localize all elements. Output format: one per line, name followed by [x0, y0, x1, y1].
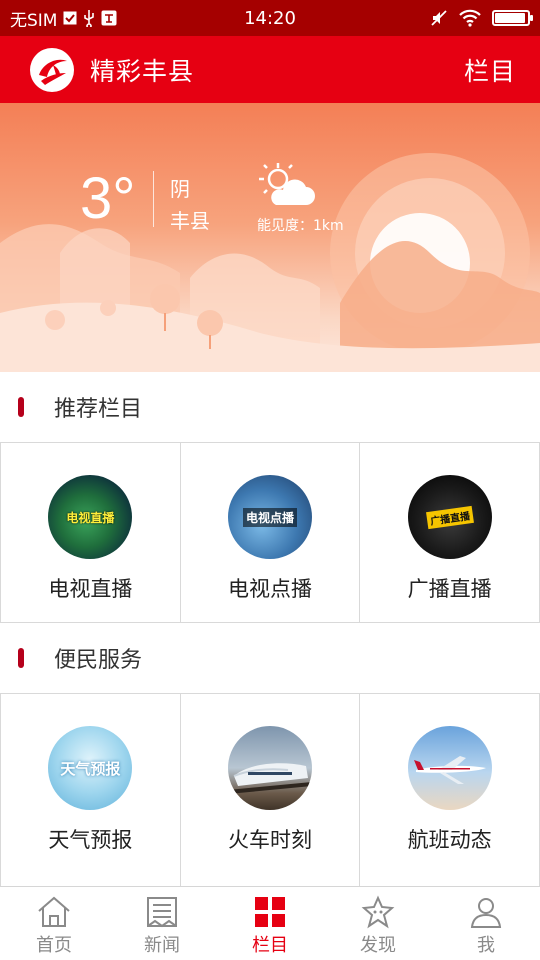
plane-illustration: [413, 756, 486, 784]
tab-label: 栏目: [252, 935, 288, 956]
weather-condition: 阴: [170, 177, 190, 201]
weather-background-illustration: [0, 153, 540, 372]
app-header: 精彩丰县 栏目: [0, 36, 540, 103]
section-header-services: 便民服务: [0, 623, 540, 693]
grid-item-label: 电视直播: [48, 577, 133, 601]
home-icon: [38, 896, 70, 927]
tab-columns[interactable]: 栏目: [216, 887, 324, 960]
grid-item-label: 天气预报: [48, 828, 133, 852]
weather-forecast-icon-text: 天气预报: [60, 759, 121, 778]
news-icon: [147, 897, 177, 928]
tv-vod-icon-text: 电视点播: [242, 507, 297, 527]
carrier-label: 无SIM: [10, 10, 58, 31]
grid-item-train-schedule[interactable]: 火车时刻: [181, 694, 361, 886]
weather-location: 丰县: [170, 209, 210, 233]
visibility-text: 能见度：1km: [257, 218, 344, 234]
debug-icon: [101, 10, 117, 26]
section-marker: [18, 397, 24, 417]
flight-status-icon: [407, 726, 492, 810]
radio-live-icon: 广播直播: [407, 475, 492, 559]
train-schedule-icon: [228, 726, 312, 810]
tab-me[interactable]: 我: [432, 887, 540, 960]
grid-item-label: 电视点播: [228, 577, 312, 601]
section-header-recommended: 推荐栏目: [0, 372, 540, 442]
check-notification-icon: [63, 11, 77, 25]
tab-label: 首页: [36, 935, 72, 956]
wifi-icon: [458, 9, 482, 27]
radio-live-icon-text: 广播直播: [425, 505, 474, 529]
grid-item-tv-vod[interactable]: 电视点播 电视点播: [181, 443, 361, 622]
tab-label: 我: [477, 935, 495, 956]
section-title: 推荐栏目: [54, 397, 143, 422]
temperature: 3°: [80, 166, 136, 231]
tab-home[interactable]: 首页: [0, 887, 108, 960]
tab-label: 新闻: [144, 935, 180, 956]
status-bar: 无SIM 14:20: [0, 0, 540, 36]
grid-item-radio-live[interactable]: 广播直播 广播直播: [360, 443, 540, 622]
tab-label: 发现: [360, 935, 396, 956]
bottom-tab-bar: 首页 新闻 栏目 发现 我: [0, 886, 540, 960]
train-illustration: [228, 763, 312, 794]
tab-discover[interactable]: 发现: [324, 887, 432, 960]
grid-item-flight-status[interactable]: 航班动态: [360, 694, 540, 886]
section-title: 便民服务: [54, 648, 143, 673]
grid-item-label: 航班动态: [407, 828, 492, 852]
discover-icon: [361, 895, 395, 929]
grid-item-label: 火车时刻: [228, 828, 312, 852]
app-logo-icon: [30, 47, 74, 92]
app-title: 精彩丰县: [90, 56, 195, 86]
grid-item-label: 广播直播: [407, 577, 492, 601]
grid-item-tv-live[interactable]: 电视直播 电视直播: [0, 443, 181, 622]
mute-icon: [430, 9, 448, 27]
grid-icon: [255, 897, 285, 927]
tv-vod-icon: 电视点播: [228, 475, 312, 559]
tv-live-icon: 电视直播: [48, 475, 133, 559]
columns-button[interactable]: 栏目: [464, 52, 516, 88]
battery-level: [495, 13, 526, 23]
tab-news[interactable]: 新闻: [108, 887, 216, 960]
cloudy-sun-icon: [258, 161, 316, 213]
user-icon: [470, 898, 502, 928]
grid-item-weather-forecast[interactable]: 天气预报 天气预报: [0, 694, 181, 886]
weather-forecast-icon: 天气预报: [48, 726, 133, 810]
weather-banner[interactable]: 3° 阴 丰县 能见度：1km: [0, 103, 540, 372]
battery-icon: [492, 10, 533, 26]
services-grid: 天气预报 天气预报 火车时刻 航班动态: [0, 693, 540, 886]
section-marker: [18, 648, 24, 668]
tv-live-icon-text: 电视直播: [66, 510, 115, 525]
usb-icon: [83, 9, 95, 27]
temperature-divider: [153, 171, 154, 227]
recommended-grid: 电视直播 电视直播 电视点播 电视点播 广播直播 广播直播: [0, 442, 540, 623]
